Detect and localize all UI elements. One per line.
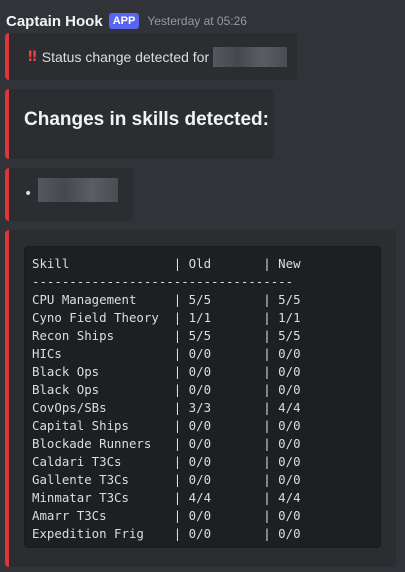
redacted-list-item bbox=[38, 178, 118, 202]
table-row: Blockade Runners | 0/0 | 0/0 bbox=[32, 436, 301, 451]
table-row: Minmatar T3Cs | 4/4 | 4/4 bbox=[32, 490, 301, 505]
skills-table: Skill | Old | New ----------------------… bbox=[32, 255, 373, 543]
app-badge: APP bbox=[108, 13, 140, 29]
status-line: !! Status change detected for bbox=[27, 47, 288, 67]
table-row: CovOps/SBs | 3/3 | 4/4 bbox=[32, 400, 301, 415]
table-row: Expedition Frig | 0/0 | 0/0 bbox=[32, 526, 301, 541]
table-row: HICs | 0/0 | 0/0 bbox=[32, 346, 301, 361]
table-row: Amarr T3Cs | 0/0 | 0/0 bbox=[32, 508, 301, 523]
table-row: CPU Management | 5/5 | 5/5 bbox=[32, 292, 301, 307]
status-text: Status change detected for bbox=[41, 49, 210, 65]
table-separator: ----------------------------------- bbox=[32, 274, 294, 289]
table-header: Skill | Old | New bbox=[32, 256, 301, 271]
table-row: Caldari T3Cs | 0/0 | 0/0 bbox=[32, 454, 301, 469]
table-row: Black Ops | 0/0 | 0/0 bbox=[32, 382, 301, 397]
list-bullet: • bbox=[24, 186, 33, 202]
message-header: Captain Hook APP Yesterday at 05:26 bbox=[6, 9, 247, 33]
table-row: Gallente T3Cs | 0/0 | 0/0 bbox=[32, 472, 301, 487]
title-embed: Changes in skills detected: bbox=[5, 89, 274, 159]
table-row: Capital Ships | 0/0 | 0/0 bbox=[32, 418, 301, 433]
embed-title: Changes in skills detected: bbox=[24, 109, 269, 130]
message-timestamp[interactable]: Yesterday at 05:26 bbox=[147, 14, 247, 28]
list-embed: • bbox=[5, 168, 133, 221]
table-row: Cyno Field Theory | 1/1 | 1/1 bbox=[32, 310, 301, 325]
status-embed: !! Status change detected for bbox=[5, 33, 297, 80]
skills-embed: Skill | Old | New ----------------------… bbox=[5, 230, 396, 567]
table-row: Recon Ships | 5/5 | 5/5 bbox=[32, 328, 301, 343]
redacted-name bbox=[213, 47, 288, 67]
author-name[interactable]: Captain Hook bbox=[6, 13, 103, 30]
skills-code-block[interactable]: Skill | Old | New ----------------------… bbox=[24, 246, 381, 548]
table-row: Black Ops | 0/0 | 0/0 bbox=[32, 364, 301, 379]
double-exclamation-icon: !! bbox=[27, 49, 38, 65]
